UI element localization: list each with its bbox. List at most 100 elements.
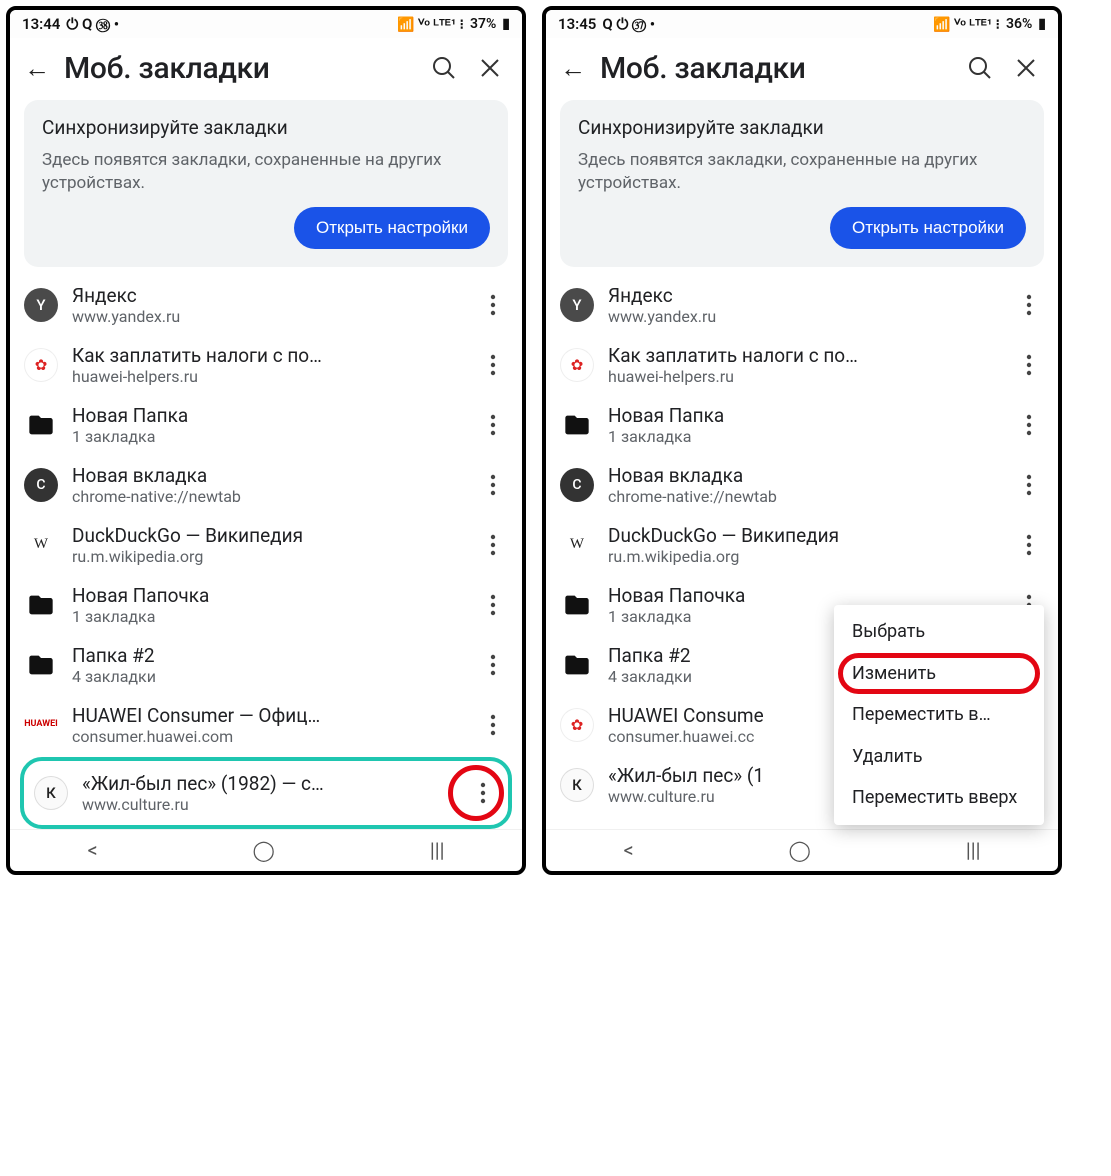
bookmark-more-button[interactable]: [1014, 345, 1044, 385]
close-button[interactable]: [472, 50, 508, 86]
bookmark-title: Новая вкладка: [608, 464, 1000, 487]
close-icon: [1014, 56, 1038, 80]
bookmark-url: 1 закладка: [608, 427, 1000, 446]
close-icon: [478, 56, 502, 80]
bookmark-text: Яндексwww.yandex.ru: [72, 284, 464, 326]
bookmark-more-button[interactable]: [468, 773, 498, 813]
search-button[interactable]: [962, 50, 998, 86]
bookmark-item[interactable]: Новая Папка1 закладка: [10, 395, 522, 455]
nav-home-icon[interactable]: ◯: [789, 838, 811, 862]
nav-home-icon[interactable]: ◯: [253, 838, 275, 862]
bookmark-title: Новая Папочка: [72, 584, 464, 607]
bookmark-title: «Жил-был пес» (1982) — с…: [82, 772, 454, 795]
search-button[interactable]: [426, 50, 462, 86]
nav-recents-icon[interactable]: |||: [430, 838, 445, 862]
bookmark-more-button[interactable]: [1014, 525, 1044, 565]
status-time: 13:44: [22, 15, 60, 33]
bookmark-more-button[interactable]: [478, 645, 508, 685]
bookmark-more-button[interactable]: [478, 525, 508, 565]
close-button[interactable]: [1008, 50, 1044, 86]
status-battery: 37%: [470, 16, 496, 32]
folder-icon: [24, 588, 58, 622]
bookmark-url: ru.m.wikipedia.org: [72, 547, 464, 566]
bookmark-item[interactable]: W DuckDuckGo — Википедияru.m.wikipedia.or…: [546, 515, 1058, 575]
bookmark-url: ru.m.wikipedia.org: [608, 547, 1000, 566]
open-settings-button[interactable]: Открыть настройки: [294, 207, 490, 249]
bookmark-text: DuckDuckGo — Википедияru.m.wikipedia.org: [72, 524, 464, 566]
bookmark-text: «Жил-был пес» (1982) — с… www.culture.ru: [82, 772, 454, 814]
context-menu-item[interactable]: Выбрать: [834, 611, 1044, 653]
bookmark-more-button[interactable]: [478, 465, 508, 505]
status-time: 13:45: [558, 15, 596, 33]
nav-back-icon[interactable]: <: [87, 838, 97, 862]
bookmark-more-button[interactable]: [478, 585, 508, 625]
favicon: Y: [24, 288, 58, 322]
bookmark-title: Как заплатить налоги с по…: [608, 344, 1000, 367]
page-title: Моб. закладки: [600, 51, 952, 86]
bookmark-item[interactable]: W DuckDuckGo — Википедияru.m.wikipedia.or…: [10, 515, 522, 575]
bookmark-item[interactable]: CНовая вкладкаchrome-native://newtab: [546, 455, 1058, 515]
bookmark-title: Новая Папка: [608, 404, 1000, 427]
nav-back-icon[interactable]: <: [623, 838, 633, 862]
status-icons-left: ⏻ Q ㊳ •: [66, 15, 119, 33]
bookmark-item[interactable]: К «Жил-был пес» (1982) — с… www.culture.…: [28, 763, 504, 823]
back-button[interactable]: ←: [24, 53, 54, 84]
favicon: HUAWEI: [24, 708, 58, 742]
bookmark-title: Яндекс: [608, 284, 1000, 307]
bookmark-more-button[interactable]: [478, 405, 508, 445]
battery-icon: ▮: [502, 16, 510, 32]
phone-right: 13:45 Q ⏻ ㊲ • 📶 ⱽᵒ ᴸᵀᴱ¹ ⁝ 36% ▮ ← Моб. з…: [542, 6, 1062, 875]
back-button[interactable]: ←: [560, 53, 590, 84]
bookmark-item[interactable]: ✿Как заплатить налоги с по…huawei-helper…: [546, 335, 1058, 395]
favicon: W: [560, 528, 594, 562]
bookmark-text: Новая Папочка1 закладка: [72, 584, 464, 626]
bookmark-more-button[interactable]: [1014, 465, 1044, 505]
favicon: W: [24, 528, 58, 562]
bookmark-item[interactable]: HUAWEI HUAWEI Consumer — Офиц…consumer.hu…: [10, 695, 522, 755]
bookmark-more-button[interactable]: [1014, 405, 1044, 445]
bookmark-title: Как заплатить налоги с по…: [72, 344, 464, 367]
bookmark-item[interactable]: CНовая вкладкаchrome-native://newtab: [10, 455, 522, 515]
bookmark-url: huawei-helpers.ru: [608, 367, 1000, 386]
nav-recents-icon[interactable]: |||: [966, 838, 981, 862]
bookmark-text: Как заплатить налоги с по…huawei-helpers…: [72, 344, 464, 386]
open-settings-button[interactable]: Открыть настройки: [830, 207, 1026, 249]
bookmark-text: Новая вкладкаchrome-native://newtab: [608, 464, 1000, 506]
favicon: ✿: [560, 708, 594, 742]
bookmark-title: DuckDuckGo — Википедия: [608, 524, 1000, 547]
bookmark-item[interactable]: ✿Как заплатить налоги с по…huawei-helper…: [10, 335, 522, 395]
bookmark-url: huawei-helpers.ru: [72, 367, 464, 386]
bookmark-title: HUAWEI Consumer — Офиц…: [72, 704, 464, 727]
phone-left: 13:44 ⏻ Q ㊳ • 📶 ⱽᵒ ᴸᵀᴱ¹ ⁝ 37% ▮ ← Моб. з…: [6, 6, 526, 875]
app-header: ← Моб. закладки: [546, 38, 1058, 96]
status-icons-left: Q ⏻ ㊲ •: [602, 15, 655, 33]
bookmark-item[interactable]: YЯндексwww.yandex.ru: [546, 275, 1058, 335]
bookmark-item[interactable]: Новая Папочка1 закладка: [10, 575, 522, 635]
sync-subtext: Здесь появятся закладки, сохраненные на …: [578, 149, 1026, 195]
context-menu-item[interactable]: Переместить в…: [834, 694, 1044, 736]
bookmark-more-button[interactable]: [478, 705, 508, 745]
bookmark-title: Папка #2: [72, 644, 464, 667]
bookmark-list[interactable]: Y Яндексwww.yandex.ru ✿Как заплатить налог…: [10, 275, 522, 755]
bookmark-text: Яндексwww.yandex.ru: [608, 284, 1000, 326]
folder-icon: [560, 648, 594, 682]
bookmark-more-button[interactable]: [478, 345, 508, 385]
bookmark-text: Папка #24 закладки: [72, 644, 464, 686]
bookmark-more-button[interactable]: [1014, 285, 1044, 325]
bookmark-more-button[interactable]: [478, 285, 508, 325]
battery-icon: ▮: [1038, 16, 1046, 32]
bookmark-item[interactable]: Папка #24 закладки: [10, 635, 522, 695]
context-menu-item[interactable]: Изменить: [834, 653, 1044, 695]
sync-card: Синхронизируйте закладки Здесь появятся …: [560, 100, 1044, 267]
bookmark-url: www.culture.ru: [82, 795, 454, 814]
bookmark-item[interactable]: Y Яндексwww.yandex.ru: [10, 275, 522, 335]
more-icon: [480, 782, 486, 804]
bookmark-item[interactable]: Новая Папка1 закладка: [546, 395, 1058, 455]
bookmark-title: Яндекс: [72, 284, 464, 307]
sync-subtext: Здесь появятся закладки, сохраненные на …: [42, 149, 490, 195]
context-menu-item[interactable]: Удалить: [834, 736, 1044, 778]
bookmark-url: consumer.huawei.com: [72, 727, 464, 746]
context-menu-item[interactable]: Переместить вверх: [834, 777, 1044, 819]
bookmark-url: chrome-native://newtab: [72, 487, 464, 506]
bookmark-text: Как заплатить налоги с по…huawei-helpers…: [608, 344, 1000, 386]
